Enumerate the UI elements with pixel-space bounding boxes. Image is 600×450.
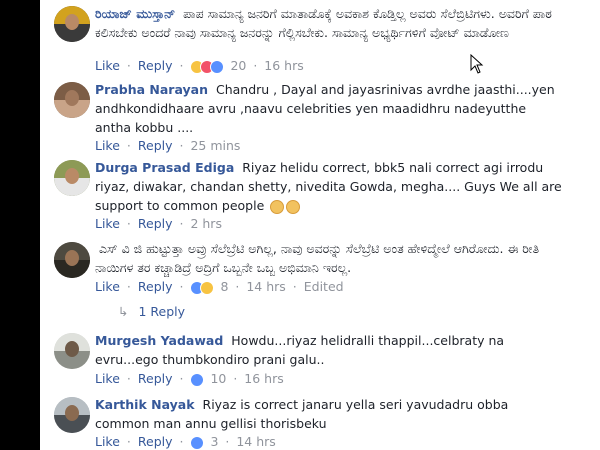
timestamp[interactable]: 16 hrs <box>264 58 303 73</box>
edited-label[interactable]: Edited <box>304 279 344 294</box>
timestamp[interactable]: 16 hrs <box>244 371 283 386</box>
like-link[interactable]: Like <box>95 371 120 386</box>
like-reaction-icon <box>210 60 225 74</box>
reaction-icons[interactable] <box>190 280 215 295</box>
separator: · <box>126 216 131 231</box>
avatar[interactable] <box>54 82 90 118</box>
separator: · <box>253 58 258 73</box>
sad-reaction-icon <box>200 281 215 295</box>
reply-link[interactable]: Reply <box>138 279 173 294</box>
mouse-cursor-icon <box>470 54 484 74</box>
separator: · <box>179 434 184 449</box>
separator: · <box>235 279 240 294</box>
reaction-count[interactable]: 10 <box>210 371 226 386</box>
like-link[interactable]: Like <box>95 279 120 294</box>
commenter-name[interactable]: Karthik Nayak <box>95 397 195 412</box>
reply-arrow-icon: ↳ <box>118 304 129 319</box>
reply-link[interactable]: Reply <box>138 216 173 231</box>
timestamp[interactable]: 14 hrs <box>236 434 275 449</box>
reaction-icons[interactable] <box>190 372 205 387</box>
comment-text: ಎಸ್ ವಿ ಜಿ ಹುಟ್ಟುತ್ತಾ ಅವ್ರು ಸೆಲೆಬ್ರೆಟಿ ಅಗ… <box>95 241 540 275</box>
reply-link[interactable]: Reply <box>138 434 173 449</box>
avatar[interactable] <box>54 333 90 369</box>
separator: · <box>292 279 297 294</box>
timestamp[interactable]: 2 hrs <box>190 216 222 231</box>
separator: · <box>126 138 131 153</box>
like-link[interactable]: Like <box>95 58 120 73</box>
reaction-count[interactable]: 8 <box>220 279 228 294</box>
timestamp[interactable]: 14 hrs <box>246 279 285 294</box>
screenshot-frame: ರಿಯಾಜ್ ಮುಸ್ತಾನ್ ಪಾಪ ಸಾಮಾನ್ಯ ಜನರಿಗೆ ಮಾತಾಡ… <box>0 0 600 450</box>
separator: · <box>126 279 131 294</box>
separator: · <box>233 371 238 386</box>
separator: · <box>179 138 184 153</box>
avatar[interactable] <box>54 242 90 278</box>
reaction-count[interactable]: 3 <box>210 434 218 449</box>
reaction-icons[interactable] <box>190 59 225 74</box>
timestamp[interactable]: 25 mins <box>190 138 240 153</box>
reply-link[interactable]: Reply <box>138 138 173 153</box>
commenter-name[interactable]: Durga Prasad Ediga <box>95 160 234 175</box>
separator: · <box>179 58 184 73</box>
view-replies-link[interactable]: 1 Reply <box>138 304 185 319</box>
commenter-name[interactable]: Prabha Narayan <box>95 82 208 97</box>
separator: · <box>126 58 131 73</box>
separator: · <box>126 434 131 449</box>
reaction-icons[interactable] <box>190 435 205 450</box>
woman-emoji-icon <box>270 199 285 214</box>
separator: · <box>225 434 230 449</box>
separator: · <box>179 216 184 231</box>
avatar[interactable] <box>54 160 90 196</box>
reply-link[interactable]: Reply <box>138 58 173 73</box>
like-reaction-icon <box>190 373 205 387</box>
separator: · <box>179 279 184 294</box>
separator: · <box>179 371 184 386</box>
avatar[interactable] <box>54 397 90 433</box>
separator: · <box>126 371 131 386</box>
commenter-name[interactable]: Murgesh Yadawad <box>95 333 223 348</box>
like-link[interactable]: Like <box>95 216 120 231</box>
like-link[interactable]: Like <box>95 434 120 449</box>
commenter-name[interactable]: ರಿಯಾಜ್ ಮುಸ್ತಾನ್ <box>95 6 175 21</box>
like-reaction-icon <box>190 436 205 450</box>
avatar[interactable] <box>54 6 90 42</box>
comments-panel: ರಿಯಾಜ್ ಮುಸ್ತಾನ್ ಪಾಪ ಸಾಮಾನ್ಯ ಜನರಿಗೆ ಮಾತಾಡ… <box>40 0 600 450</box>
reply-link[interactable]: Reply <box>138 371 173 386</box>
like-link[interactable]: Like <box>95 138 120 153</box>
reaction-count[interactable]: 20 <box>230 58 246 73</box>
woman-emoji-icon <box>286 199 301 214</box>
